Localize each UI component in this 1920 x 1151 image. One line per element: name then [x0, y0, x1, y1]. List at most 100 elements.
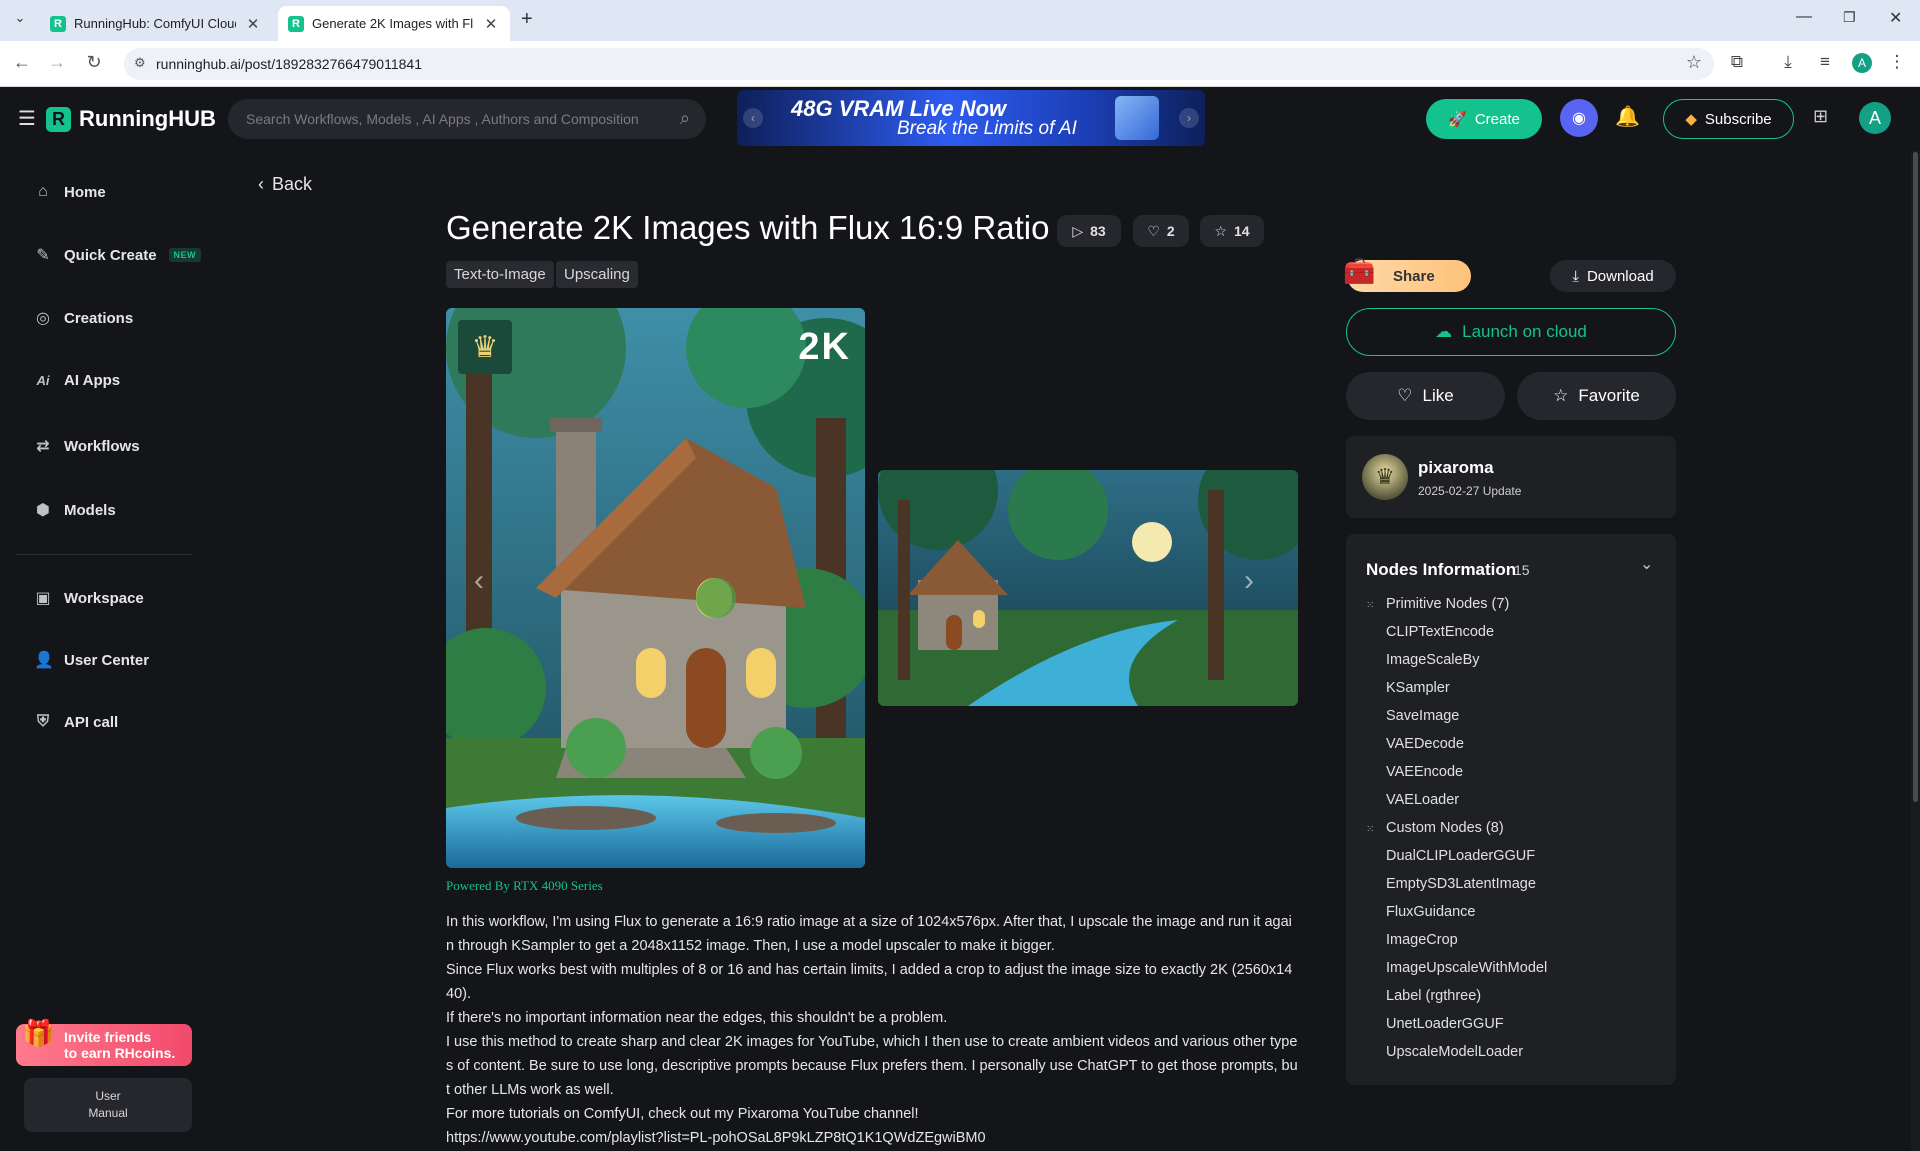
- discord-icon[interactable]: ◉: [1560, 99, 1598, 137]
- chevron-down-icon[interactable]: ⌄: [1640, 554, 1653, 574]
- subscribe-button[interactable]: ◆ Subscribe: [1663, 99, 1794, 139]
- new-tab-button[interactable]: +: [521, 8, 533, 31]
- location-pin-icon: ◎: [36, 310, 50, 327]
- sidebar-item-creations[interactable]: ◎ Creations: [34, 308, 133, 328]
- sidebar-item-label: User Center: [64, 651, 150, 669]
- node-item: ImageUpscaleWithModel: [1386, 960, 1548, 976]
- user-manual-button[interactable]: User Manual: [24, 1078, 192, 1132]
- node-item: VAEEncode: [1386, 764, 1464, 780]
- back-link[interactable]: ‹ Back: [258, 174, 312, 195]
- runninghub-logo-icon: R: [46, 106, 71, 132]
- browser-tab-active[interactable]: R Generate 2K Images with Flux 1 ✕: [278, 6, 510, 41]
- node-item: VAELoader: [1386, 792, 1460, 808]
- author-card[interactable]: ♛ pixaroma 2025-02-27 Update: [1346, 436, 1676, 518]
- tag-text-to-image[interactable]: Text-to-Image: [446, 261, 554, 288]
- description-paragraph: Since Flux works best with multiples of …: [446, 962, 1293, 1002]
- manual-line2: Manual: [88, 1106, 128, 1120]
- browser-menu-icon[interactable]: ⋮: [1885, 52, 1909, 72]
- resolution-badge: 2K: [798, 326, 851, 368]
- bookmark-star-icon[interactable]: ☆: [1686, 52, 1702, 73]
- tab-search-button[interactable]: ⌄: [8, 10, 32, 32]
- forward-arrow-icon[interactable]: →: [45, 52, 69, 73]
- download-label: Download: [1586, 267, 1654, 285]
- scrollbar-thumb[interactable]: [1913, 152, 1918, 802]
- browser-chrome: ⌄ R RunningHub: ComfyUI Cloud, C ✕ R Gen…: [0, 0, 1920, 87]
- download-button[interactable]: ⤓ Download: [1550, 260, 1676, 292]
- sidebar-item-label: API call: [64, 713, 119, 731]
- profile-avatar[interactable]: A: [1852, 53, 1872, 73]
- carousel-prev-icon[interactable]: ‹: [474, 564, 484, 598]
- sidebar-item-user-center[interactable]: 👤 User Center: [34, 650, 149, 670]
- treasure-chest-icon: 🧰: [1343, 256, 1376, 286]
- banner-prev-icon[interactable]: ‹: [743, 108, 763, 128]
- address-bar[interactable]: ⚙ runninghub.ai/post/1892832766479011841…: [124, 48, 1714, 80]
- promo-banner[interactable]: ‹ 48G VRAM Live Now Break the Limits of …: [737, 90, 1205, 146]
- share-label: Share: [1393, 267, 1435, 285]
- sidebar-item-ai-apps[interactable]: Ai AI Apps: [34, 372, 121, 389]
- search-input[interactable]: Search Workflows, Models , AI Apps , Aut…: [228, 99, 706, 139]
- sidebar-item-models[interactable]: ⬢ Models: [34, 500, 116, 520]
- description-paragraph: In this workflow, I'm using Flux to gene…: [446, 914, 1292, 954]
- notification-bell-icon[interactable]: 🔔: [1615, 104, 1640, 129]
- youtube-link[interactable]: https://www.youtube.com/playlist?list=PL…: [446, 1126, 1298, 1150]
- sidebar-item-quick-create[interactable]: ✎ Quick Create NEW: [34, 245, 202, 265]
- language-icon[interactable]: ⊞: [1813, 106, 1828, 127]
- launch-on-cloud-button[interactable]: ☁ Launch on cloud: [1346, 308, 1676, 356]
- node-group-custom[interactable]: ⁙ Custom Nodes (8): [1366, 820, 1504, 836]
- preview-image-cottage[interactable]: ♛ 2K: [446, 308, 865, 868]
- post-description: In this workflow, I'm using Flux to gene…: [446, 910, 1298, 1150]
- brand-name: RunningHUB: [79, 106, 216, 131]
- browser-tab[interactable]: R RunningHub: ComfyUI Cloud, C ✕: [40, 6, 272, 41]
- close-window-icon[interactable]: ✕: [1889, 8, 1902, 28]
- nodes-heading: Nodes Information: [1366, 560, 1517, 579]
- media-control-icon[interactable]: ≡: [1813, 52, 1837, 72]
- favorite-button[interactable]: ☆ Favorite: [1517, 372, 1676, 420]
- invite-line2: to earn RHcoins.: [64, 1045, 176, 1061]
- heart-icon: ♡: [1397, 386, 1413, 405]
- carousel-next-icon[interactable]: ›: [1244, 564, 1254, 598]
- search-icon[interactable]: ⌕: [680, 108, 690, 129]
- create-button[interactable]: 🚀 Create: [1426, 99, 1542, 139]
- favorite-count: 14: [1233, 223, 1250, 239]
- sidebar-item-workflows[interactable]: ⇄ Workflows: [34, 436, 140, 456]
- sidebar-item-label: Workflows: [64, 437, 140, 455]
- brand-logo[interactable]: R RunningHUB: [46, 106, 216, 132]
- run-count-badge: ▷ 83: [1057, 215, 1121, 247]
- download-icon: ⤓: [1572, 267, 1579, 285]
- grid-icon: ⁙: [1366, 824, 1375, 835]
- reload-icon[interactable]: ↻: [82, 52, 106, 73]
- description-paragraph: If there's no important information near…: [446, 1010, 948, 1026]
- sidebar-item-home[interactable]: ⌂ Home: [34, 183, 106, 201]
- close-tab-icon[interactable]: ✕: [244, 15, 262, 33]
- hamburger-menu-icon[interactable]: ☰: [18, 106, 36, 131]
- back-arrow-icon[interactable]: ←: [10, 52, 34, 73]
- preview-image-river[interactable]: [878, 470, 1298, 706]
- sidebar-item-api-call[interactable]: ⛨ API call: [34, 713, 118, 731]
- user-avatar[interactable]: A: [1859, 102, 1891, 134]
- workspace-icon: ▣: [35, 590, 51, 607]
- download-icon[interactable]: ⤓: [1776, 52, 1800, 72]
- minimize-icon[interactable]: —: [1796, 8, 1812, 26]
- restore-icon[interactable]: ❐: [1843, 9, 1856, 26]
- invite-friends-banner[interactable]: 🎁 Invite friends to earn RHcoins.: [16, 1020, 192, 1066]
- extensions-icon[interactable]: ⧉: [1725, 52, 1749, 72]
- update-date: 2025-02-27 Update: [1418, 484, 1522, 498]
- close-tab-icon[interactable]: ✕: [482, 15, 500, 33]
- tag-upscaling[interactable]: Upscaling: [556, 261, 638, 288]
- author-avatar[interactable]: ♛: [1362, 454, 1408, 500]
- node-item: KSampler: [1386, 680, 1450, 696]
- search-placeholder: Search Workflows, Models , AI Apps , Aut…: [246, 111, 639, 127]
- description-paragraph: I use this method to create sharp and cl…: [446, 1034, 1298, 1098]
- site-info-icon[interactable]: ⚙: [134, 55, 146, 71]
- launch-label: Launch on cloud: [1462, 322, 1587, 341]
- like-button[interactable]: ♡ Like: [1346, 372, 1505, 420]
- share-button[interactable]: 🧰 Share: [1343, 256, 1471, 292]
- node-group-primitive[interactable]: ⁙ Primitive Nodes (7): [1366, 596, 1509, 612]
- banner-next-icon[interactable]: ›: [1179, 108, 1199, 128]
- favorite-count-badge: ☆ 14: [1200, 215, 1264, 247]
- author-name[interactable]: pixaroma: [1418, 458, 1494, 478]
- node-item: ImageScaleBy: [1386, 652, 1480, 668]
- home-icon: ⌂: [38, 183, 48, 200]
- sidebar-item-workspace[interactable]: ▣ Workspace: [34, 588, 143, 608]
- cloud-icon: ☁: [1435, 322, 1453, 341]
